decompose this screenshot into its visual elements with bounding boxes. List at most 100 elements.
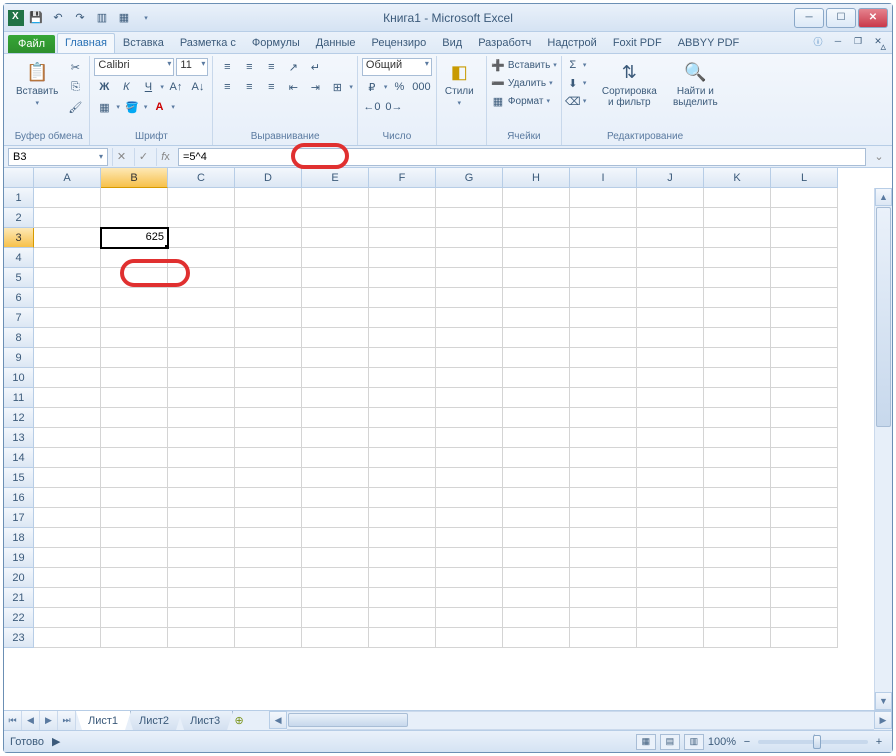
ribbon-tab-5[interactable]: Рецензиро [364,33,435,53]
column-header[interactable]: K [704,168,771,188]
cell[interactable] [503,308,570,328]
find-select-button[interactable]: 🔍 Найти и выделить [666,58,724,110]
cell[interactable] [436,508,503,528]
row-header[interactable]: 20 [4,568,34,588]
cell[interactable] [704,288,771,308]
cell[interactable] [302,548,369,568]
align-center-icon[interactable]: ≡ [239,78,259,96]
font-color-icon[interactable]: A [149,98,169,116]
cell[interactable] [637,268,704,288]
cell[interactable] [168,268,235,288]
fill-color-icon[interactable]: 🪣 [122,98,142,116]
cell[interactable] [168,408,235,428]
cell[interactable] [436,568,503,588]
scroll-down-button[interactable]: ▼ [875,692,892,710]
cell[interactable] [302,368,369,388]
formula-input[interactable]: =5^4 [178,148,866,166]
cell[interactable] [771,408,838,428]
cell[interactable] [704,228,771,248]
cell[interactable] [168,248,235,268]
row-header[interactable]: 19 [4,548,34,568]
cell[interactable] [771,468,838,488]
cell[interactable] [369,188,436,208]
cell[interactable] [34,488,101,508]
cell[interactable] [704,548,771,568]
cell[interactable] [503,268,570,288]
cell[interactable] [503,408,570,428]
cell[interactable] [302,608,369,628]
cell[interactable] [235,408,302,428]
cell[interactable] [369,368,436,388]
cell[interactable] [168,508,235,528]
cell[interactable] [101,328,168,348]
cell[interactable] [704,588,771,608]
cell[interactable] [436,388,503,408]
ribbon-tab-1[interactable]: Вставка [115,33,172,53]
cell[interactable] [436,348,503,368]
row-header[interactable]: 8 [4,328,34,348]
align-right-icon[interactable]: ≡ [261,78,281,96]
minimize-button[interactable]: ─ [794,8,824,28]
cell[interactable] [637,248,704,268]
column-header[interactable]: A [34,168,101,188]
column-header[interactable]: J [637,168,704,188]
ribbon-tab-0[interactable]: Главная [57,33,115,53]
font-name-combo[interactable]: Calibri [94,58,174,76]
cell[interactable] [34,208,101,228]
cell[interactable] [168,288,235,308]
cell[interactable] [637,348,704,368]
cell[interactable] [704,248,771,268]
cell[interactable] [34,608,101,628]
cell[interactable] [369,208,436,228]
cell[interactable] [369,308,436,328]
sheet-tab[interactable]: Лист2 [127,711,182,730]
cell[interactable] [302,268,369,288]
cell[interactable] [570,348,637,368]
cell[interactable] [570,188,637,208]
cell[interactable] [704,608,771,628]
undo-icon[interactable]: ↶ [50,10,66,26]
cell[interactable] [436,448,503,468]
cell[interactable] [101,188,168,208]
copy-icon[interactable]: ⎘ [65,78,85,96]
cell[interactable] [302,628,369,648]
cell[interactable] [34,368,101,388]
cell[interactable] [235,288,302,308]
cell[interactable] [771,428,838,448]
sort-filter-button[interactable]: ⇅ Сортировка и фильтр [595,58,663,110]
cell[interactable] [436,268,503,288]
cell[interactable] [34,288,101,308]
expand-formula-bar-icon[interactable]: ⌄ [870,148,888,166]
cell[interactable] [101,448,168,468]
enter-formula-button[interactable]: ✓ [134,148,152,166]
cell[interactable] [302,468,369,488]
row-header[interactable]: 17 [4,508,34,528]
save-icon[interactable]: 💾 [28,10,44,26]
cell[interactable] [637,488,704,508]
cell[interactable] [101,308,168,328]
cell[interactable] [704,628,771,648]
row-header[interactable]: 4 [4,248,34,268]
cell[interactable] [34,428,101,448]
column-header[interactable]: D [235,168,302,188]
cell[interactable] [369,408,436,428]
cell[interactable] [168,488,235,508]
cell[interactable] [771,348,838,368]
column-header[interactable]: G [436,168,503,188]
cell[interactable] [302,228,369,248]
cell[interactable] [302,508,369,528]
cell[interactable] [771,208,838,228]
cell[interactable] [168,528,235,548]
percent-icon[interactable]: % [389,78,409,96]
cell[interactable] [302,288,369,308]
file-tab[interactable]: Файл [8,35,55,53]
vertical-scrollbar[interactable]: ▲ ▼ [874,188,892,710]
cell[interactable] [302,528,369,548]
cell[interactable] [570,428,637,448]
cell[interactable] [503,428,570,448]
name-box[interactable]: B3 [8,148,108,166]
cell[interactable] [771,628,838,648]
cell[interactable] [570,228,637,248]
cell[interactable] [168,548,235,568]
cell[interactable] [101,528,168,548]
